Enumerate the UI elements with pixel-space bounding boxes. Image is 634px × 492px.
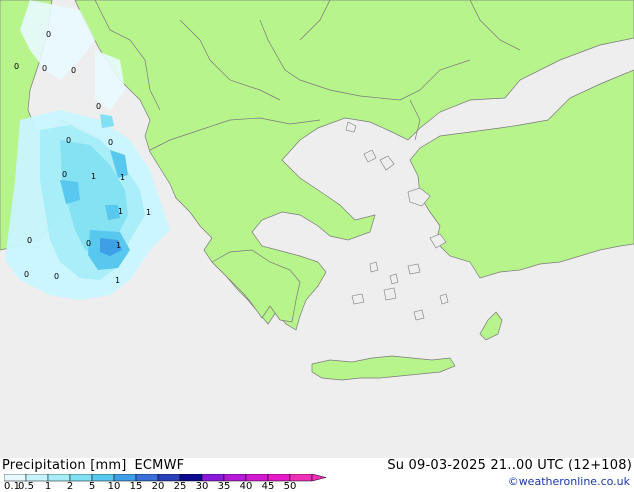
color-scale-tick-label: 0.5: [18, 481, 34, 492]
point-label: 0: [24, 270, 29, 279]
point-label: 1: [91, 172, 96, 181]
point-label: 1: [146, 208, 151, 217]
color-scale-tick-label: 1: [44, 481, 52, 492]
point-label: 0: [71, 66, 76, 75]
point-label: 0: [42, 64, 47, 73]
point-label: 1: [120, 173, 125, 182]
point-label: 0: [54, 272, 59, 281]
point-label: 0: [108, 138, 113, 147]
legend-title: Precipitation [mm] ECMWF: [2, 458, 184, 473]
color-scale-segment: [267, 474, 291, 482]
color-scale-segment: [179, 474, 203, 482]
color-scale-tick-label: 5: [88, 481, 96, 492]
color-scale-tick-label: 35: [217, 481, 231, 492]
color-scale-arrow: [311, 474, 327, 482]
site-credit[interactable]: ©weatheronline.co.uk: [508, 475, 630, 488]
point-label: 1: [118, 207, 123, 216]
color-scale-bar: [4, 474, 327, 482]
model-name: ECMWF: [134, 458, 185, 473]
color-scale-tick-label: 15: [129, 481, 143, 492]
variable-title: Precipitation [mm]: [2, 458, 127, 473]
point-label: 0: [46, 30, 51, 39]
color-scale-tick-label: 30: [195, 481, 209, 492]
color-scale-tick-label: 45: [261, 481, 275, 492]
color-scale-tick-label: 25: [173, 481, 187, 492]
color-scale-segment: [4, 474, 27, 482]
point-label: 0: [62, 170, 67, 179]
color-scale-tick-label: 10: [107, 481, 121, 492]
color-scale-tick-label: 20: [151, 481, 165, 492]
precipitation-map: 0 0 0 0 0 0 0 0 0 1 1 1 1 1 0 0 0 1: [0, 0, 634, 458]
point-label: 0: [27, 236, 32, 245]
color-scale-segment: [135, 474, 159, 482]
point-label: 0: [66, 136, 71, 145]
valid-time: Su 09-03-2025 21..00 UTC (12+108): [387, 458, 632, 473]
color-scale-segment: [113, 474, 137, 482]
color-scale-segment: [289, 474, 313, 482]
color-scale-segment: [201, 474, 225, 482]
color-scale-tick-label: 50: [283, 481, 297, 492]
color-scale-tick-label: 40: [239, 481, 253, 492]
color-scale-segment: [223, 474, 247, 482]
color-scale-segment: [69, 474, 93, 482]
color-scale-segment: [91, 474, 115, 482]
color-scale-segment: [47, 474, 71, 482]
point-label: 1: [115, 276, 120, 285]
point-label: 0: [86, 239, 91, 248]
point-label: 0: [14, 62, 19, 71]
point-label: 0: [96, 102, 101, 111]
map-footer: Precipitation [mm] ECMWF Su 09-03-2025 21…: [0, 458, 634, 492]
color-scale-segment: [245, 474, 269, 482]
color-scale-segment: [25, 474, 49, 482]
color-scale-segment: [157, 474, 181, 482]
point-label: 1: [116, 241, 121, 250]
color-scale-tick-label: 2: [66, 481, 74, 492]
